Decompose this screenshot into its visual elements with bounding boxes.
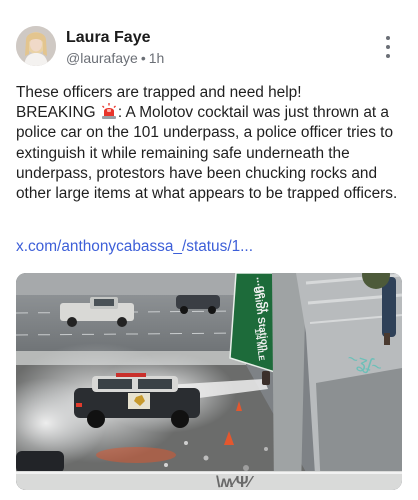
breaking-label: BREAKING <box>16 104 96 122</box>
police-light-icon <box>101 103 117 120</box>
post-line-2: BREAKING : A Molotov cocktail was just t… <box>16 103 408 204</box>
more-options-button[interactable] <box>382 36 394 58</box>
post-header: Laura Faye @laurafaye • 1h <box>16 26 402 70</box>
more-vertical-icon <box>386 36 390 40</box>
post-card[interactable]: Laura Faye @laurafaye • 1h These officers … <box>0 0 418 500</box>
author-handle[interactable]: @laurafaye <box>66 50 138 66</box>
author-meta: @laurafaye • 1h <box>66 49 164 67</box>
post-line-1: These officers are trapped and need help… <box>16 84 302 101</box>
media-photo: ...ge St Union Station 1/4 MILE ~ʓʄ~ \ʍ∕… <box>16 273 402 490</box>
more-vertical-icon-dot <box>386 54 390 58</box>
more-vertical-icon-dot <box>386 45 390 49</box>
author-info: Laura Faye @laurafaye • 1h <box>66 29 164 67</box>
meta-separator: • <box>140 50 146 66</box>
post-media-image[interactable]: ...ge St Union Station 1/4 MILE ~ʓʄ~ \ʍ∕… <box>16 273 402 490</box>
post-body: These officers are trapped and need help… <box>16 83 408 204</box>
avatar-image <box>16 26 56 66</box>
avatar[interactable] <box>16 26 56 66</box>
railing-graffiti: \ʍ∕Ψ∕ <box>216 474 255 490</box>
author-name[interactable]: Laura Faye <box>66 29 164 47</box>
post-time[interactable]: 1h <box>149 50 165 66</box>
post-link[interactable]: x.com/anthonycabassa_/status/1... <box>16 238 253 256</box>
